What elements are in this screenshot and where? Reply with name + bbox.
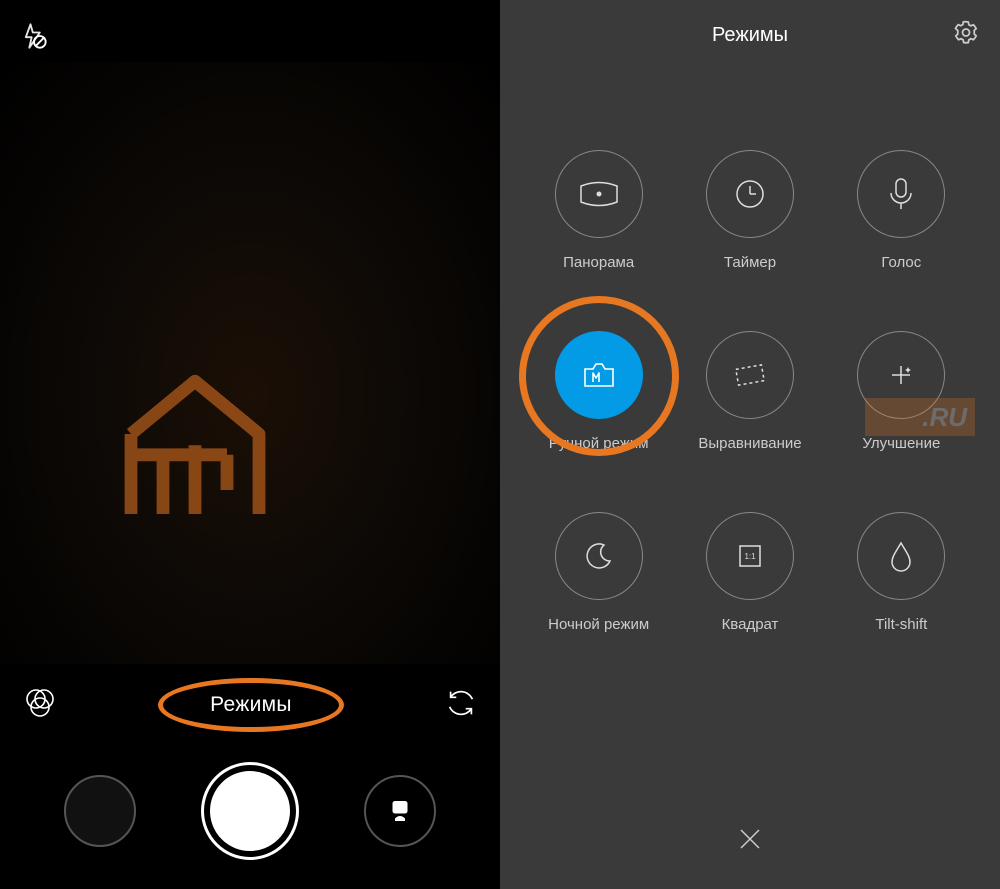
manual-icon [581,360,617,390]
mode-square[interactable]: 1:1 Квадрат [679,512,820,633]
modes-button[interactable]: Режимы [210,693,292,717]
gallery-thumbnail[interactable] [64,775,136,847]
mode-label: Ночной режим [548,616,649,633]
mode-label: Улучшение [862,435,940,452]
square-icon: 1:1 [735,541,765,571]
camera-viewfinder[interactable] [0,62,500,666]
enhance-icon [886,360,916,390]
mode-label: Голос [881,254,921,271]
straighten-icon [732,360,768,390]
mode-manual[interactable]: Ручной режим [528,331,669,452]
mode-voice[interactable]: Голос [831,150,972,271]
svg-text:1:1: 1:1 [744,552,756,561]
mode-night[interactable]: Ночной режим [528,512,669,633]
mode-label: Ручной режим [549,435,649,452]
mode-panorama[interactable]: Панорама [528,150,669,271]
settings-button[interactable] [952,19,980,52]
filters-icon[interactable] [22,685,58,726]
microphone-icon [887,176,915,212]
watermark-ru-text: .RU [922,402,967,433]
mode-label: Панорама [563,254,634,271]
switch-camera-icon[interactable] [444,686,478,725]
modes-label: Режимы [210,693,292,717]
mode-straighten[interactable]: Выравнивание [679,331,820,452]
mode-timer[interactable]: Таймер [679,150,820,271]
shutter-button[interactable] [204,765,296,857]
moon-icon [584,541,614,571]
close-icon [735,824,765,854]
flash-icon[interactable] [20,22,48,50]
timer-icon [733,177,767,211]
close-button[interactable] [735,824,765,859]
mode-label: Выравнивание [698,435,801,452]
camera-screen: Режимы [0,0,500,889]
mode-label: Таймер [724,254,776,271]
panorama-icon [579,181,619,207]
mode-label: Квадрат [722,616,779,633]
watermark-ru-badge: .RU [865,398,975,436]
video-toggle-button[interactable] [364,775,436,847]
modes-title: Режимы [712,24,788,47]
modes-panel: Режимы Панорама [500,0,1000,889]
mode-label: Tilt-shift [875,616,927,633]
drop-icon [889,540,913,572]
mode-tiltshift[interactable]: Tilt-shift [831,512,972,633]
watermark-icon [115,362,275,522]
camera-bottom-bar: Режимы [0,664,500,889]
